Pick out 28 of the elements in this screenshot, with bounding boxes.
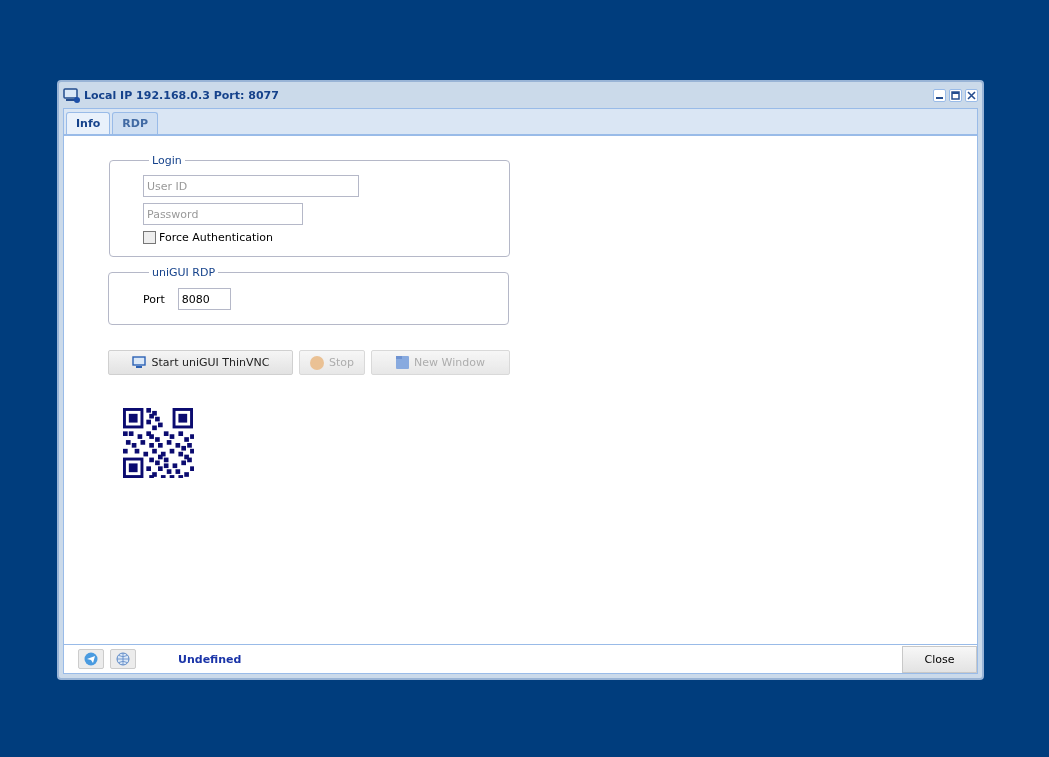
status-text: Undefined: [178, 652, 242, 666]
checkbox[interactable]: [143, 231, 156, 244]
user-id-field[interactable]: User ID: [143, 175, 359, 197]
port-field[interactable]: 8080: [177, 288, 231, 310]
paper-plane-icon: [84, 652, 98, 666]
group-title: uniGUI RDP: [151, 266, 217, 279]
close-button[interactable]: [965, 88, 978, 102]
close-icon: [967, 90, 976, 100]
monitor-icon: [131, 356, 147, 369]
monitor-icon: [63, 87, 80, 103]
window-icon: [396, 356, 410, 369]
send-button[interactable]: [78, 649, 104, 669]
tab[interactable]: RDP: [112, 112, 158, 134]
close-button[interactable]: Close: [902, 646, 977, 673]
window-title: Local IP 192.168.0.3 Port: 8077: [84, 88, 279, 102]
maximize-icon: [951, 90, 960, 100]
tab[interactable]: Info: [66, 112, 111, 134]
qr-code-drawing: [122, 408, 194, 478]
minimize-icon: [936, 96, 943, 99]
maximize-button[interactable]: [949, 88, 962, 102]
port-label: Port: [143, 292, 165, 306]
group-title: Login: [151, 154, 183, 167]
minimize-button[interactable]: [933, 88, 946, 102]
action-button[interactable]: Start uniGUI ThinVNC: [108, 350, 293, 375]
circle-icon: [310, 355, 324, 370]
globe-icon: [116, 652, 130, 666]
checkbox-label: Force Authentication: [159, 231, 273, 244]
password-field[interactable]: Password: [143, 203, 303, 225]
